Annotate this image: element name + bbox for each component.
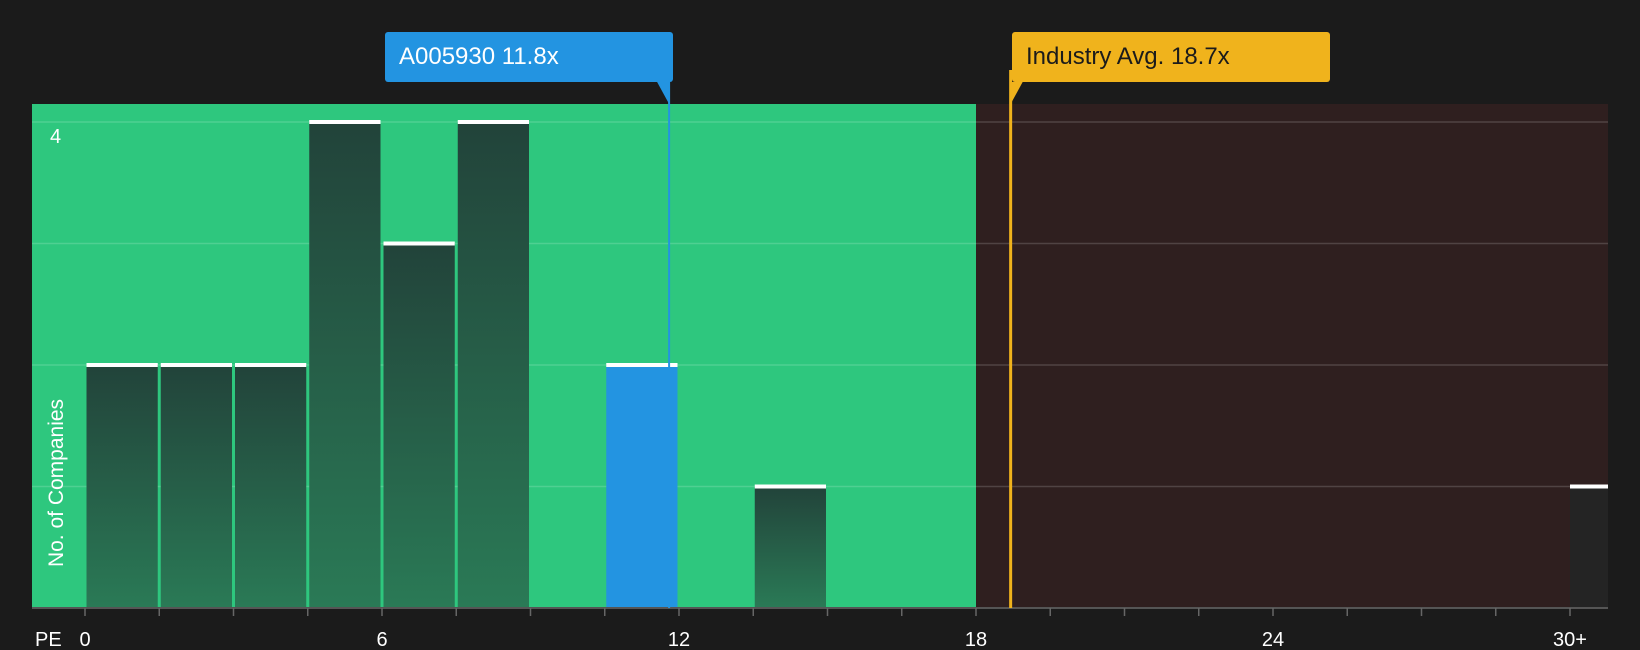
x-axis-label: PE bbox=[35, 629, 62, 650]
bar bbox=[160, 365, 232, 608]
y-axis-label: No. of Companies bbox=[45, 399, 68, 567]
bar bbox=[457, 122, 529, 608]
bar-top-cap bbox=[160, 363, 232, 367]
x-tick-label: 0 bbox=[79, 629, 90, 650]
x-tick-label: 18 bbox=[965, 629, 987, 650]
bar bbox=[606, 365, 678, 608]
y-tick-label: 4 bbox=[50, 126, 61, 148]
bar-top-cap bbox=[235, 363, 307, 367]
bar-top-cap bbox=[86, 363, 158, 367]
bar bbox=[86, 365, 158, 608]
x-tick-label: 30+ bbox=[1553, 629, 1587, 650]
bar-top-cap bbox=[309, 120, 381, 124]
bar bbox=[1570, 486, 1608, 608]
industry-label-pointer bbox=[1010, 82, 1023, 104]
bar bbox=[383, 243, 455, 608]
overvalued-zone bbox=[976, 104, 1608, 608]
bar bbox=[309, 122, 381, 608]
bar-top-cap bbox=[1570, 484, 1608, 489]
bar bbox=[235, 365, 307, 608]
bar bbox=[754, 486, 826, 608]
bar-top-cap bbox=[754, 484, 826, 489]
x-tick-label: 12 bbox=[668, 629, 690, 650]
x-tick-label: 24 bbox=[1262, 629, 1284, 650]
bar-top-cap bbox=[383, 241, 455, 246]
company-label-pointer bbox=[657, 82, 670, 104]
company-pe-label: A005930 11.8x bbox=[385, 32, 673, 82]
pe-distribution-chart: 0 6 12 18 24 30+ PE 4 No. of Companies bbox=[32, 70, 1608, 650]
x-tick-label: 6 bbox=[376, 629, 387, 650]
bar-top-cap bbox=[606, 363, 678, 367]
industry-avg-label: Industry Avg. 18.7x bbox=[1012, 32, 1330, 82]
bar-top-cap bbox=[457, 120, 529, 124]
